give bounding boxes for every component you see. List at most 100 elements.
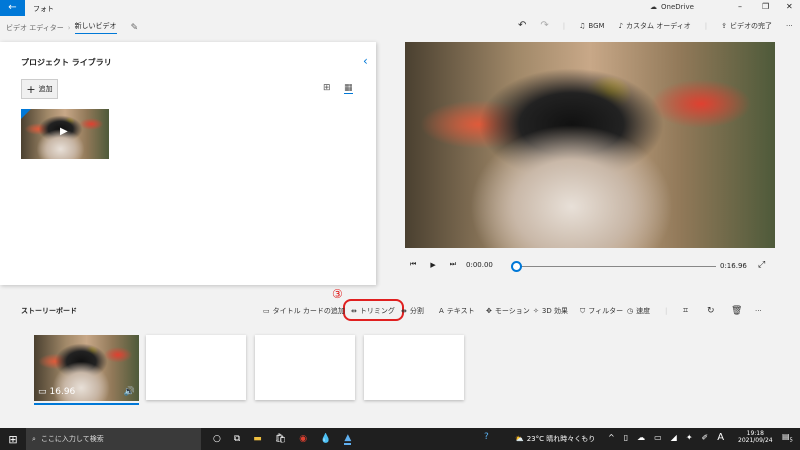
trim-button[interactable]: ⇹ トリミング [351, 306, 401, 316]
split-button[interactable]: ⇼ 分割 [401, 306, 439, 316]
empty-clip-slot[interactable] [146, 335, 246, 400]
custom-audio-button[interactable]: ♪ カスタム オーディオ [619, 21, 691, 31]
close-button[interactable]: ✕ [786, 2, 793, 11]
add-button[interactable]: + 追加 [21, 79, 58, 99]
text-button[interactable]: A テキスト [439, 306, 486, 316]
store-icon[interactable]: 🛍 [275, 434, 286, 444]
tray-icon[interactable]: ☁ [637, 433, 645, 442]
library-video-thumbnail[interactable]: ▶ [21, 109, 109, 159]
cloud-icon: ☁ [650, 3, 657, 11]
plus-icon: + [26, 82, 36, 96]
chevron-up-icon[interactable]: ^ [608, 433, 615, 442]
grid-small-icon[interactable]: ▦ [344, 83, 353, 94]
file-explorer-icon[interactable]: ▬ [253, 434, 262, 444]
library-title: プロジェクト ライブラリ [21, 58, 112, 67]
clock[interactable]: 19:18 2021/09/24 [738, 430, 773, 444]
resize-icon[interactable]: ⌗ [683, 306, 707, 316]
breadcrumb: ビデオ エディター › 新しいビデオ ✎ [6, 21, 138, 34]
3d-effects-button[interactable]: ✧ 3D 効果 [533, 306, 580, 316]
dropbox-icon[interactable]: ✦ [686, 433, 693, 442]
rotate-icon[interactable]: ↻ [707, 306, 731, 316]
storyboard-title: ストーリーボード [21, 307, 77, 315]
total-time: 0:16.96 [720, 262, 747, 270]
photos-icon[interactable]: ▲ [344, 433, 352, 445]
step-forward-icon[interactable]: ⏭ [450, 260, 456, 269]
storyboard-toolbar: ▭ タイトル カードの追加 ⇹ トリミング ⇼ 分割 A テキスト ✥ モーション ✧ 3D… [263, 306, 762, 316]
step-annotation: ③ [332, 287, 343, 301]
storyboard-clip[interactable]: ▭ 16.96 🔊 [34, 335, 139, 401]
play-icon: ▶ [60, 126, 68, 137]
filter-icon: ⛉ [580, 306, 586, 315]
text-icon: A [439, 307, 444, 315]
delete-icon[interactable]: 🗑 [731, 306, 755, 316]
network-icon[interactable]: ◢ [671, 433, 677, 442]
current-time: 0:00.00 [466, 260, 493, 269]
speaker-icon[interactable]: 🔊 [124, 387, 135, 397]
video-preview[interactable] [405, 42, 775, 248]
ime-indicator[interactable]: A [717, 432, 724, 443]
onedrive-status[interactable]: ☁ OneDrive [650, 3, 694, 11]
battery-icon[interactable]: ▭ [654, 433, 662, 442]
chevron-right-icon: › [67, 23, 71, 32]
split-icon: ⇼ [401, 307, 407, 315]
back-button[interactable]: ← [0, 0, 25, 16]
3d-icon: ✧ [533, 307, 539, 315]
speed-icon: ◷ [627, 307, 634, 315]
weather-widget[interactable]: ⛅ 23°C 晴れ時々くもり [515, 434, 595, 444]
image-icon: ▭ [263, 307, 270, 315]
audio-person-icon: ♪ [618, 21, 624, 30]
weather-icon: ⛅ [515, 435, 524, 443]
bgm-button[interactable]: ♫ BGM [579, 22, 604, 30]
breadcrumb-parent[interactable]: ビデオ エディター [6, 23, 64, 33]
clip-icon: ▭ [38, 387, 47, 397]
divider: | [704, 21, 708, 30]
trim-icon: ⇹ [351, 307, 357, 315]
step-back-icon[interactable]: ⏮ [410, 260, 416, 269]
export-icon: ⇪ [721, 21, 728, 30]
task-view-icon[interactable]: ⧉ [234, 434, 240, 444]
filters-button[interactable]: ⛉ フィルター [580, 306, 627, 316]
empty-clip-slot[interactable] [255, 335, 355, 400]
grid-large-icon[interactable]: ⊞ [323, 83, 331, 93]
motion-icon: ✥ [486, 307, 492, 315]
collapse-chevron-icon[interactable]: ‹ [363, 54, 368, 68]
fullscreen-icon[interactable]: ⤢ [758, 260, 765, 270]
cortana-icon[interactable]: ○ [213, 434, 221, 444]
app-title: フォト [33, 5, 54, 13]
search-icon: ⌕ [32, 434, 36, 443]
notifications-icon[interactable]: ▤5 [782, 432, 793, 444]
app-icon[interactable]: 💧 [320, 434, 331, 444]
help-icon[interactable]: ? [484, 432, 489, 442]
maximize-button[interactable]: ❐ [762, 2, 769, 11]
more-button[interactable]: ··· [786, 22, 793, 30]
pen-icon[interactable]: ✐ [702, 433, 709, 442]
more-button[interactable]: ··· [755, 307, 762, 315]
playback-controls: ⏮ ▶ ⏭ 0:00.00 [410, 260, 770, 269]
taskbar-apps: ○ ⧉ ▬ 🛍 ◉ 💧 ▲ [213, 433, 352, 445]
redo-icon[interactable]: ↷ [540, 20, 548, 31]
pencil-icon[interactable]: ✎ [131, 23, 139, 33]
clip-duration: ▭ 16.96 [38, 387, 76, 397]
seek-bar[interactable] [516, 266, 716, 267]
empty-clip-slot[interactable] [364, 335, 464, 400]
start-windows-icon[interactable]: ⊞ [0, 433, 26, 446]
minimize-button[interactable]: – [738, 2, 742, 11]
clip-selected-indicator [34, 403, 139, 405]
seek-thumb[interactable] [511, 261, 522, 272]
in-use-marker [21, 109, 31, 119]
music-icon: ♫ [579, 21, 586, 30]
search-box[interactable]: ⌕ ここに入力して検索 [26, 428, 201, 450]
play-icon[interactable]: ▶ [430, 261, 435, 269]
tray-icon[interactable]: ▯ [624, 433, 628, 442]
divider: | [665, 307, 668, 315]
speed-button[interactable]: ◷ 速度 [627, 306, 665, 316]
undo-icon[interactable]: ↶ [518, 20, 526, 31]
finish-video-button[interactable]: ⇪ ビデオの完了 [721, 21, 772, 31]
chrome-icon[interactable]: ◉ [299, 434, 307, 444]
project-library: プロジェクト ライブラリ ‹ + 追加 ⊞ ▦ ▶ [0, 42, 376, 285]
breadcrumb-current[interactable]: 新しいビデオ [74, 21, 117, 34]
add-title-card-button[interactable]: ▭ タイトル カードの追加 [263, 306, 351, 316]
motion-button[interactable]: ✥ モーション [486, 306, 533, 316]
top-toolbar: ↶ ↷ | ♫ BGM ♪ カスタム オーディオ | ⇪ ビデオの完了 ··· [518, 20, 793, 31]
divider: | [562, 21, 566, 30]
